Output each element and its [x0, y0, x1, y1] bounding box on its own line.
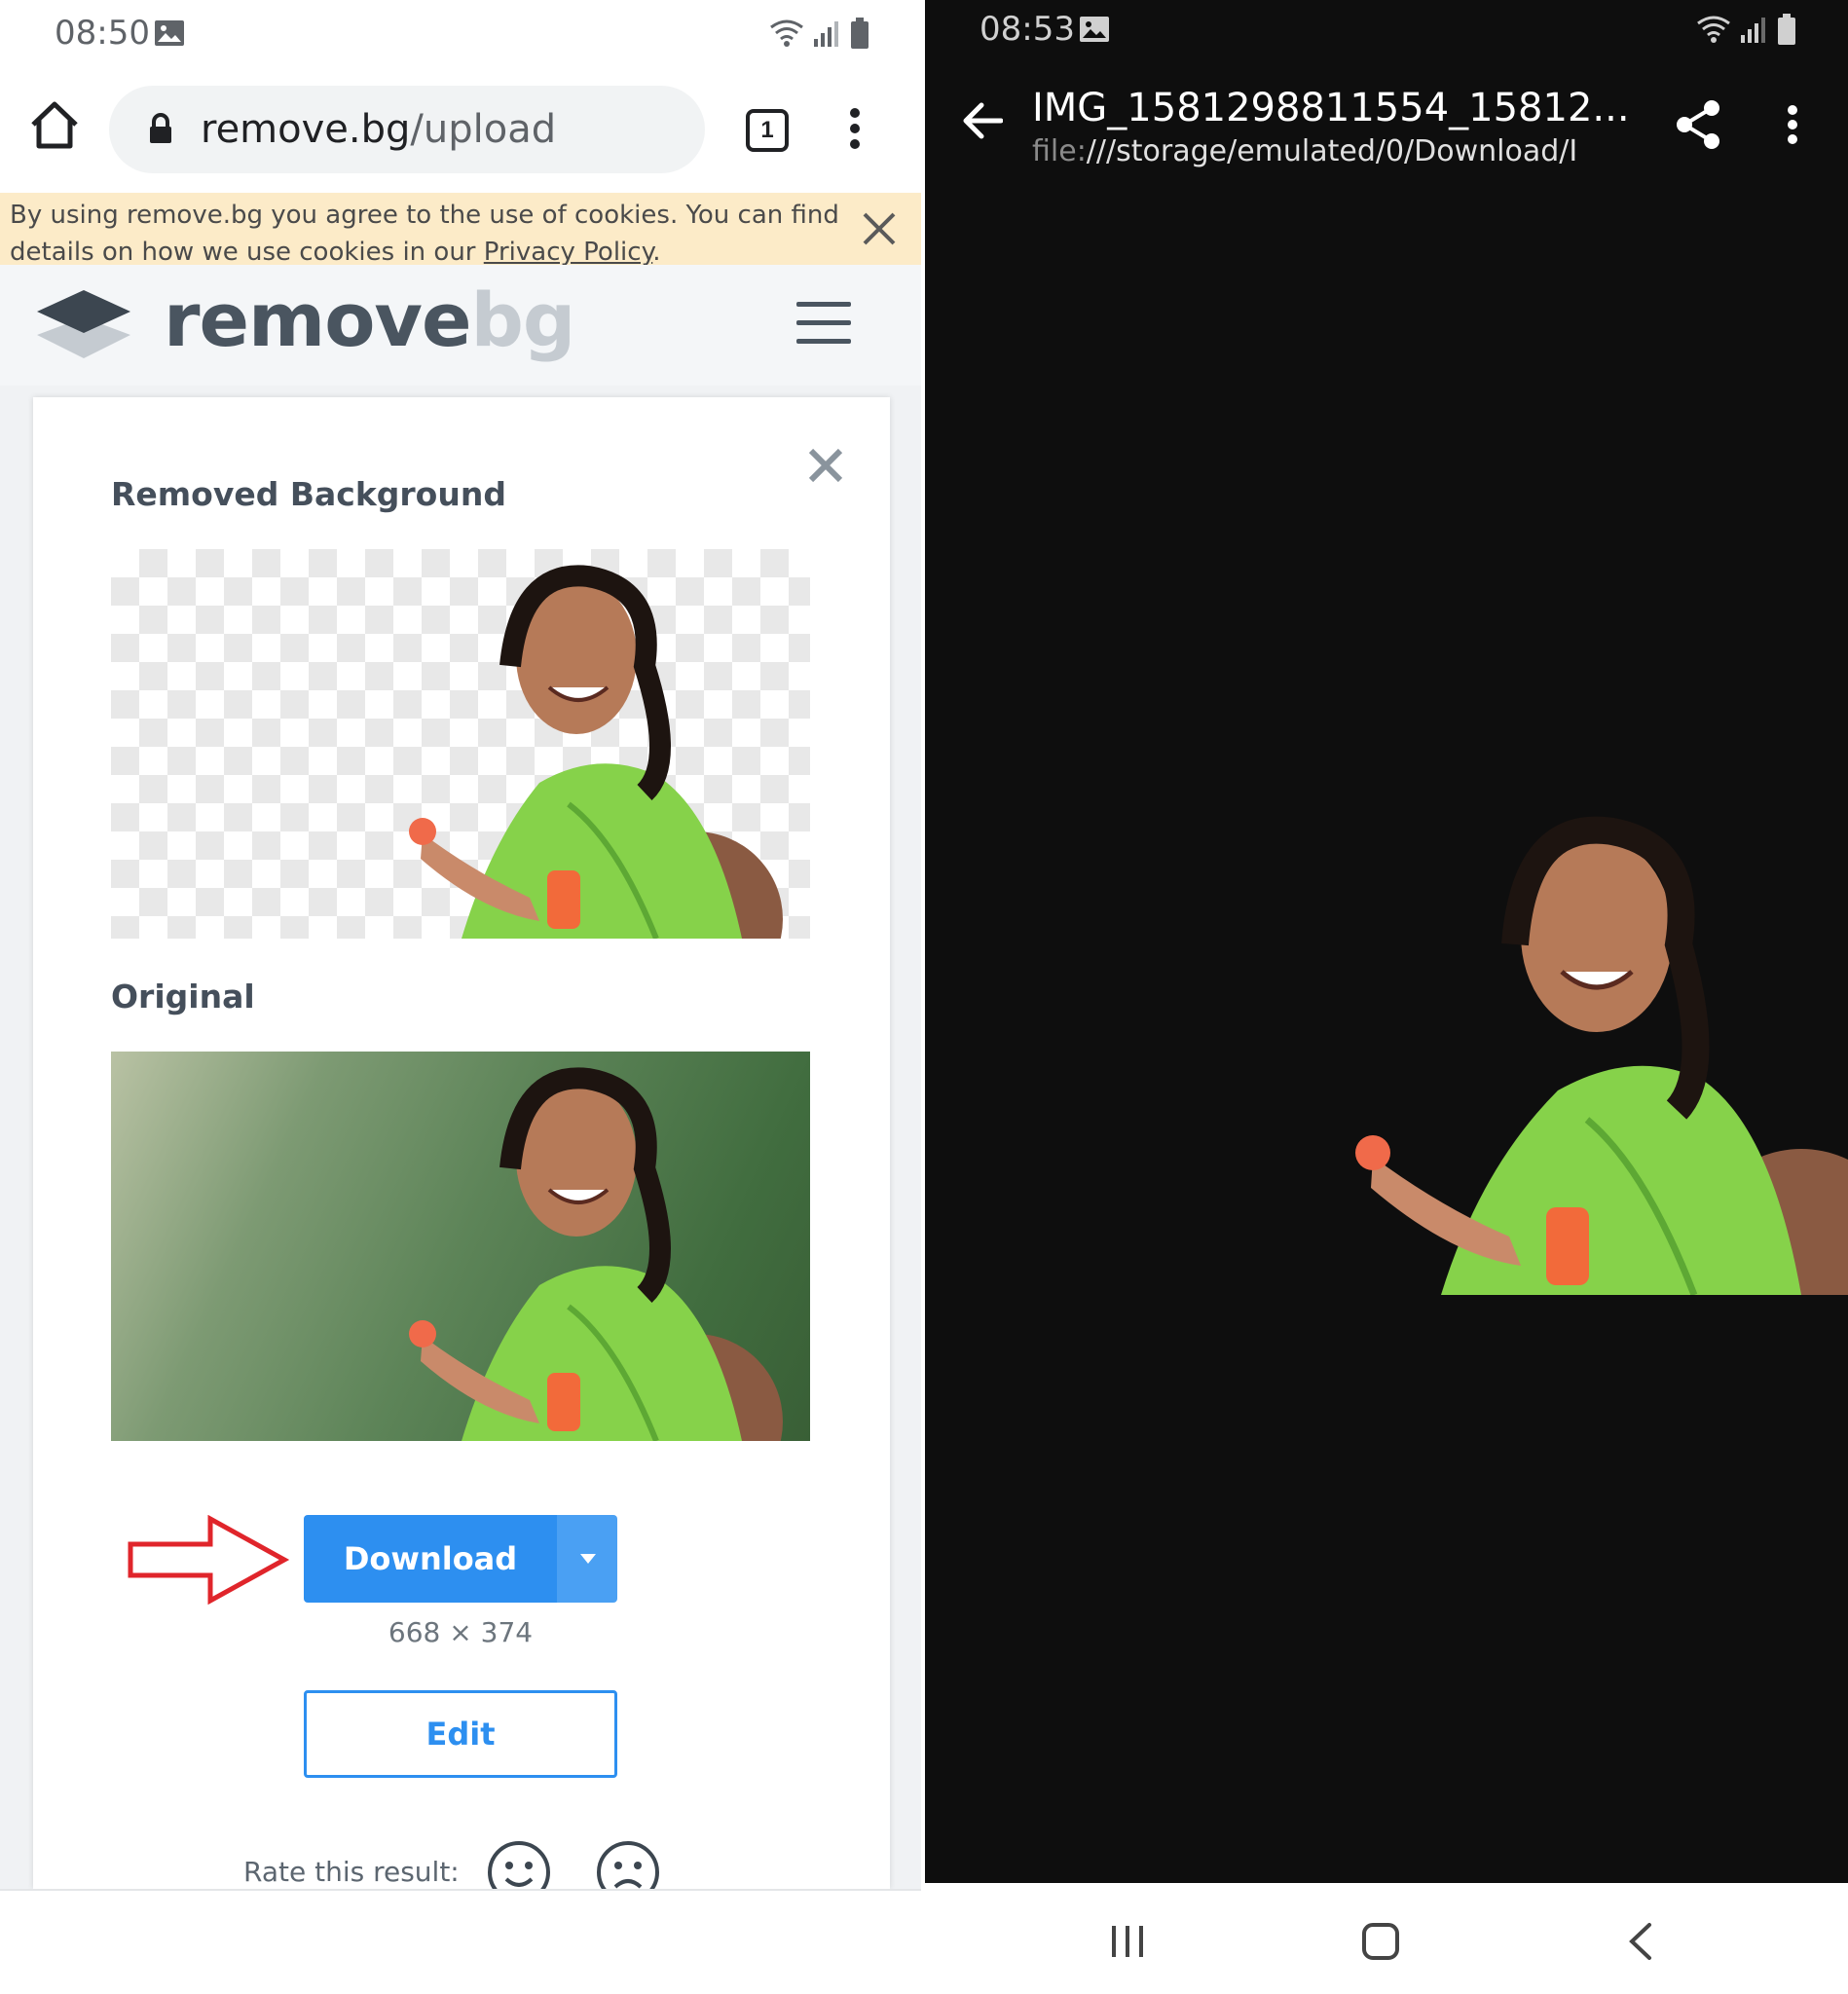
file-title: IMG_1581298811554_15812... [1032, 86, 1630, 130]
signal-icon [1741, 18, 1765, 43]
wifi-icon [1697, 16, 1730, 37]
battery-icon [1778, 14, 1795, 45]
signal-icon [814, 21, 838, 47]
site-header: removebg [0, 265, 925, 386]
original-title: Original [111, 978, 255, 1015]
rate-result-label: Rate this result: [243, 1856, 460, 1888]
kebab-menu-icon[interactable] [847, 105, 863, 157]
cutout-figure [409, 565, 783, 939]
address-bar[interactable]: remove.bg/upload [109, 86, 705, 173]
url-text[interactable]: remove.bg/upload [201, 107, 556, 152]
nav-home-icon[interactable] [1361, 1922, 1400, 1966]
cookie-text: By using remove.bg you agree to the use … [10, 197, 857, 271]
edit-button[interactable]: Edit [304, 1690, 617, 1778]
cookie-text-body: By using remove.bg you agree to the use … [10, 201, 839, 267]
url-path: /upload [410, 107, 557, 152]
removed-background-image[interactable] [111, 549, 810, 939]
home-icon[interactable] [27, 97, 82, 152]
cookie-text-end: . [652, 238, 661, 267]
download-button[interactable]: Download [304, 1515, 557, 1603]
file-path: file:///storage/emulated/0/Download/IM [1032, 134, 1577, 168]
image-dimensions: 668 × 374 [388, 1616, 534, 1648]
gallery-icon [154, 19, 185, 52]
privacy-policy-link[interactable]: Privacy Policy [484, 238, 652, 267]
close-icon[interactable] [806, 446, 845, 490]
gallery-icon [1079, 16, 1110, 48]
status-icons [1694, 12, 1801, 52]
right-phone-screenshot: 08:53 IMG_1581298811554_15812... file://… [925, 0, 1848, 1994]
removed-background-title: Removed Background [111, 475, 506, 513]
wifi-icon [770, 19, 803, 41]
back-arrow-icon[interactable] [960, 101, 1004, 145]
original-image[interactable] [111, 1052, 810, 1441]
logo-text[interactable]: removebg [164, 277, 576, 363]
result-card: Removed Background Original [33, 397, 890, 1889]
bottom-strip [0, 1889, 925, 1994]
logo-icon[interactable] [35, 288, 132, 367]
logo-word-remove: remove [164, 277, 472, 363]
system-nav-bar [925, 1883, 1848, 1994]
nav-recents-icon[interactable] [1108, 1924, 1147, 1964]
original-figure [409, 1067, 783, 1441]
left-phone-screenshot: 08:50 remove.bg/upload 1 By using remove… [0, 0, 925, 1994]
status-bar: 08:50 [0, 0, 925, 68]
logo-word-bg: bg [470, 277, 576, 363]
status-icons [767, 16, 874, 55]
tabs-icon[interactable]: 1 [746, 109, 789, 152]
cookie-banner: By using remove.bg you agree to the use … [0, 193, 921, 267]
share-icon[interactable] [1675, 99, 1721, 155]
kebab-menu-icon[interactable] [1786, 103, 1799, 151]
hamburger-icon[interactable] [796, 302, 851, 347]
browser-toolbar: remove.bg/upload 1 [0, 76, 925, 185]
nav-back-icon[interactable] [1626, 1922, 1653, 1966]
download-button-group: Download [304, 1515, 617, 1603]
status-time: 08:50 [55, 14, 150, 53]
download-options-dropdown[interactable] [557, 1515, 617, 1603]
annotation-arrow [127, 1514, 290, 1609]
close-icon[interactable] [861, 210, 898, 252]
file-path-rest: ///storage/emulated/0/Download/IM [1086, 134, 1577, 168]
lock-icon [148, 113, 173, 149]
file-path-scheme: file: [1032, 134, 1087, 168]
status-time: 08:53 [979, 10, 1075, 49]
battery-icon [851, 18, 869, 49]
downloaded-image[interactable] [1314, 798, 1848, 1363]
url-host: remove.bg [201, 107, 411, 152]
